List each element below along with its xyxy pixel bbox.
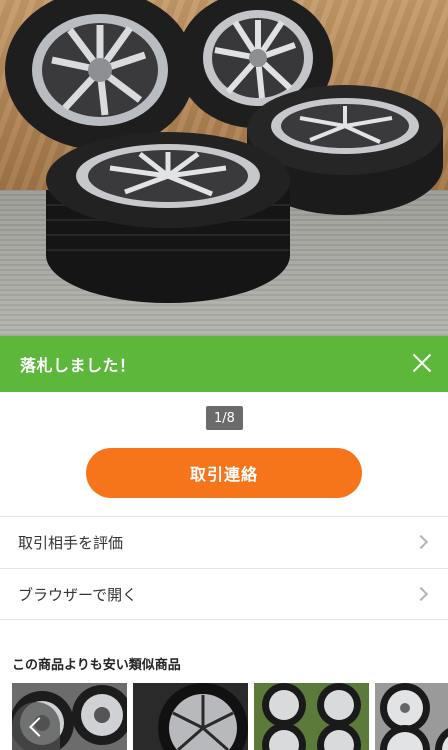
product-photo[interactable]: [0, 0, 448, 336]
similar-item-thumbnail[interactable]: [133, 683, 248, 750]
menu-item-open-browser[interactable]: ブラウザーで開く: [0, 568, 448, 620]
chevron-right-icon: [413, 586, 429, 602]
chevron-left-icon[interactable]: [12, 702, 60, 750]
menu-item-rate-partner[interactable]: 取引相手を評価: [0, 516, 448, 568]
close-icon[interactable]: [408, 349, 436, 377]
contact-seller-button[interactable]: 取引連絡: [86, 448, 362, 498]
success-banner: 落札しました！: [0, 336, 448, 392]
banner-message: 落札しました！: [20, 356, 136, 375]
similar-items-carousel[interactable]: [12, 683, 448, 750]
menu-item-label: ブラウザーで開く: [18, 585, 138, 604]
tires-illustration: [5, 0, 443, 303]
similar-item-thumbnail[interactable]: [254, 683, 369, 750]
image-counter: 1/8: [206, 406, 243, 430]
similar-items-title: この商品よりも安い類似商品: [12, 658, 181, 673]
similar-item-thumbnail[interactable]: [375, 683, 448, 750]
chevron-right-icon: [413, 534, 429, 550]
section-divider: [0, 621, 448, 645]
menu-item-label: 取引相手を評価: [18, 534, 124, 552]
